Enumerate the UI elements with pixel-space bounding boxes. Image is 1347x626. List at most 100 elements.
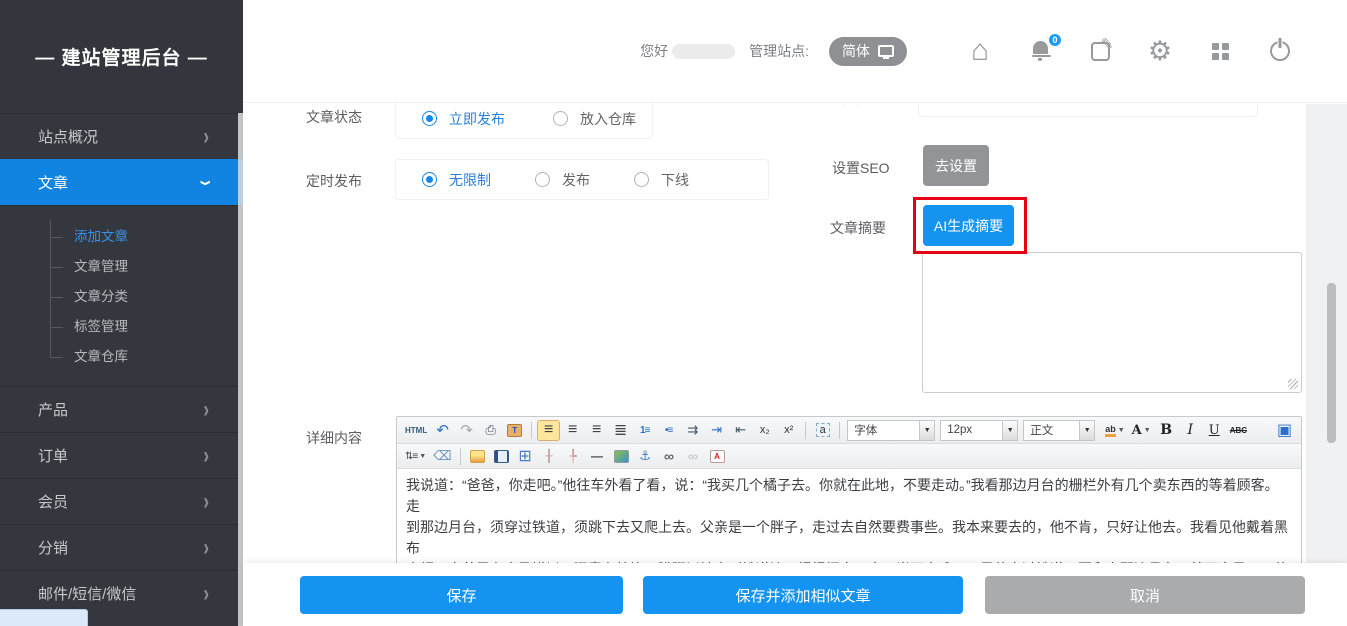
unordered-list-button[interactable]: •≡ (657, 420, 680, 441)
undo-button[interactable]: ↶ (431, 420, 454, 441)
submenu-item-article-category[interactable]: 文章分类 (0, 282, 243, 312)
sidebar-item-members[interactable]: 会员 › (0, 478, 243, 524)
home-button[interactable]: ⌂ (963, 34, 997, 68)
submenu-item-article-warehouse[interactable]: 文章仓库 (0, 342, 243, 372)
media-button[interactable] (490, 446, 513, 467)
horizontal-rule-button[interactable]: — (586, 446, 609, 467)
edit-icon (1091, 42, 1110, 61)
line-height-button[interactable]: ⇅≡▼ (402, 446, 429, 467)
merge-cells-button[interactable]: ╄ (562, 446, 585, 467)
text-wrap-button[interactable]: ⇉ (681, 420, 704, 441)
radio-icon[interactable] (634, 172, 649, 187)
compose-button[interactable] (1083, 34, 1117, 68)
word-import-button[interactable]: A (706, 446, 729, 467)
paragraph-format-select[interactable]: 正文 ▼ (1023, 420, 1095, 441)
radio-option[interactable]: 下线 (634, 170, 689, 190)
radio-label[interactable]: 放入仓库 (580, 109, 636, 129)
split-cells-button[interactable]: ╂ (538, 446, 561, 467)
radio-icon[interactable] (553, 111, 568, 126)
language-switch-button[interactable]: 简体 (829, 37, 907, 66)
subscript-button[interactable]: x₂ (753, 420, 776, 441)
sidebar-item-products[interactable]: 产品 › (0, 386, 243, 432)
text-wrap-icon: ⇉ (687, 422, 698, 438)
font-family-value: 字体 (854, 422, 913, 438)
select-caret-icon: ▼ (1002, 421, 1017, 440)
fullscreen-button[interactable]: ▣ (1273, 420, 1296, 441)
editor-content[interactable]: 我说道：“爸爸，你走吧。”他往车外看了看，说：“我买几个橘子去。你就在此地，不要… (397, 469, 1301, 564)
font-size-select[interactable]: 12px ▼ (940, 420, 1018, 441)
submenu-item-tag-manage[interactable]: 标签管理 (0, 312, 243, 342)
radio-icon[interactable] (535, 172, 550, 187)
italic-button[interactable]: I (1179, 420, 1202, 441)
sidebar-scrollbar[interactable] (238, 113, 243, 626)
radio-label[interactable]: 发布 (562, 170, 590, 190)
map-button[interactable] (610, 446, 633, 467)
bold-button[interactable]: B (1155, 420, 1178, 441)
save-button[interactable]: 保存 (300, 576, 623, 614)
anchor-button[interactable]: ⚓ (634, 446, 657, 467)
radio-selected-icon[interactable] (422, 111, 437, 126)
font-color-button[interactable]: A▼ (1129, 420, 1154, 441)
unlink-button[interactable]: ∞ (682, 446, 705, 467)
ai-generate-summary-button[interactable]: AI生成摘要 (923, 205, 1014, 246)
settings-button[interactable]: ⚙ (1143, 34, 1177, 68)
radio-option[interactable]: 站外链接 (1074, 104, 1157, 107)
image-button[interactable] (466, 446, 489, 467)
redo-button[interactable]: ↷ (455, 420, 478, 441)
link-button[interactable]: ∞ (658, 446, 681, 467)
highlight-color-button[interactable]: ab▼ (1102, 420, 1127, 441)
align-left-icon: ≡ (544, 421, 553, 439)
submenu-item-article-manage[interactable]: 文章管理 (0, 252, 243, 282)
radio-label[interactable]: 站内文章 (972, 104, 1028, 107)
align-justify-button[interactable]: ≣ (609, 420, 632, 441)
anchor-text-button[interactable]: a (811, 420, 834, 441)
apps-button[interactable] (1203, 34, 1237, 68)
font-size-value: 12px (947, 424, 996, 436)
ordered-list-button[interactable]: 1≡ (633, 420, 656, 441)
seo-setup-button[interactable]: 去设置 (923, 145, 989, 186)
summary-textarea[interactable] (922, 252, 1302, 393)
indent-button[interactable]: ⇥ (705, 420, 728, 441)
home-icon: ⌂ (971, 36, 989, 66)
font-family-select[interactable]: 字体 ▼ (847, 420, 935, 441)
align-right-button[interactable]: ≡ (585, 420, 608, 441)
strikethrough-button[interactable]: ABC (1227, 420, 1250, 441)
sidebar-item-articles[interactable]: 文章 › (0, 159, 243, 205)
article-status-options: 立即发布 放入仓库 (395, 98, 653, 139)
scheduled-publish-options: 无限制 发布 下线 (395, 159, 769, 200)
radio-label[interactable]: 下线 (661, 170, 689, 190)
radio-option[interactable]: 无限制 (422, 170, 491, 190)
radio-selected-icon[interactable] (422, 172, 437, 187)
align-left-button[interactable]: ≡ (537, 420, 560, 441)
remove-format-button[interactable]: ⌫ (430, 446, 454, 467)
print-button[interactable]: ⎙ (479, 420, 502, 441)
align-center-button[interactable]: ≡ (561, 420, 584, 441)
radio-option[interactable]: 放入仓库 (553, 109, 636, 129)
radio-label[interactable]: 立即发布 (449, 109, 505, 129)
submenu-item-add-article[interactable]: 添加文章 (0, 222, 243, 252)
cancel-button[interactable]: 取消 (985, 576, 1305, 614)
browser-status-tooltip (0, 609, 88, 626)
radio-option[interactable]: 立即发布 (422, 109, 505, 129)
logout-button[interactable] (1263, 34, 1297, 68)
app-title: — 建站管理后台 — (0, 0, 243, 113)
radio-option[interactable]: 站内文章 (945, 104, 1028, 107)
notifications-button[interactable]: 0 (1023, 34, 1057, 68)
underline-button[interactable]: U (1203, 420, 1226, 441)
superscript-button[interactable]: x² (777, 420, 800, 441)
sidebar-item-orders[interactable]: 订单 › (0, 432, 243, 478)
image-icon (470, 450, 485, 463)
paste-as-text-button[interactable]: T (503, 420, 526, 441)
table-button[interactable]: ⊞ (514, 446, 537, 467)
scrollbar-thumb[interactable] (1327, 283, 1336, 443)
outdent-button[interactable]: ⇤ (729, 420, 752, 441)
radio-label[interactable]: 站外链接 (1101, 104, 1157, 107)
ordered-list-icon: 1≡ (640, 425, 649, 436)
radio-option[interactable]: 发布 (535, 170, 590, 190)
sidebar-item-site-overview[interactable]: 站点概况 › (0, 113, 243, 159)
save-and-add-similar-button[interactable]: 保存并添加相似文章 (643, 576, 963, 614)
radio-label[interactable]: 无限制 (449, 170, 491, 190)
html-source-button[interactable]: HTML (402, 420, 430, 441)
sidebar-item-label: 订单 (38, 445, 68, 466)
sidebar-item-distribution[interactable]: 分销 › (0, 524, 243, 570)
